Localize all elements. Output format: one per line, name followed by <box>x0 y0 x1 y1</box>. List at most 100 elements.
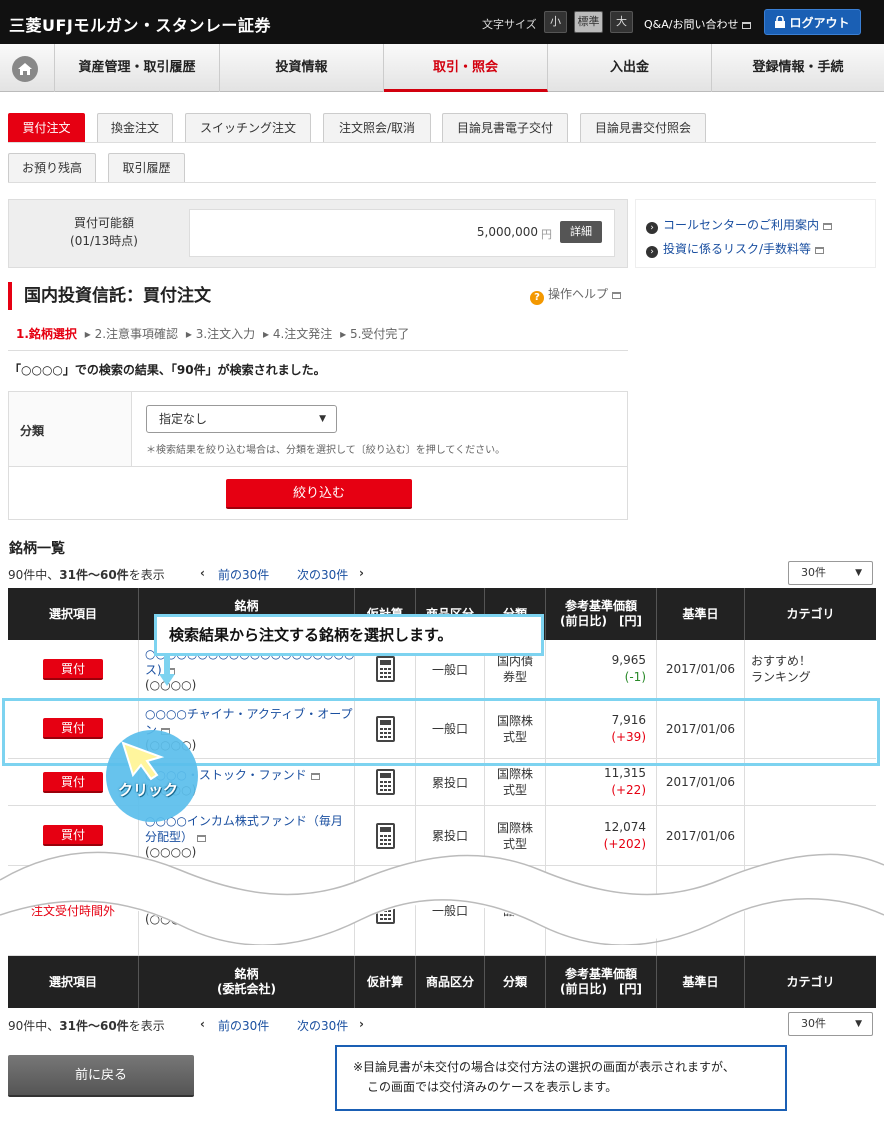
lock-icon <box>775 15 786 28</box>
nav-deposit-withdrawal[interactable]: 入出金 <box>548 44 712 92</box>
per-page-select[interactable]: 30件 ▼ <box>788 1012 873 1036</box>
base-price: 11,315 <box>604 766 646 780</box>
col-category: カテゴリ <box>786 606 835 621</box>
fund-class: 国内債 券型 <box>496 654 533 684</box>
base-price: 12,074 <box>604 819 646 834</box>
arrow-down-icon <box>159 656 175 686</box>
buy-button[interactable]: 買付 <box>43 658 103 680</box>
pager-info: 90件中、31件〜60件を表示 <box>8 1019 165 1033</box>
col-select: 選択項目 <box>8 956 139 1008</box>
wave-cut-decoration <box>0 851 884 945</box>
tab-prospectus-e-delivery[interactable]: 目論見書電子交付 <box>442 113 568 142</box>
category-select[interactable]: 指定なし ▼ <box>146 405 337 433</box>
step-indicator: 1.銘柄選択 ▸ 2.注意事項確認 ▸ 3.注文入力 ▸ 4.注文発注 ▸ 5.… <box>16 325 413 342</box>
home-icon <box>18 63 32 75</box>
buy-button[interactable]: 買付 <box>43 771 103 793</box>
search-result-message: 「○○○○」での検索の結果、「90件」が検索されました。 <box>9 363 326 377</box>
new-window-icon <box>823 223 833 230</box>
calculator-icon[interactable] <box>375 656 395 682</box>
available-amount-value: 5,000,000 <box>476 225 538 239</box>
new-window-icon <box>815 247 825 254</box>
new-window-icon <box>612 292 622 299</box>
call-center-link[interactable]: › コールセンターのご利用案内 <box>646 216 833 234</box>
back-button[interactable]: 前に戻る <box>8 1055 194 1097</box>
col-category: カテゴリ <box>786 974 835 989</box>
tab-trade-history[interactable]: 取引履歴 <box>108 153 185 182</box>
company-logo[interactable]: 三菱UFJモルガン・スタンレー証券 <box>9 12 271 36</box>
tab-prospectus-inquiry[interactable]: 目論見書交付照会 <box>580 113 706 142</box>
col-class: 分類 <box>485 956 546 1008</box>
price-cell: 9,965 (-1) <box>546 640 657 698</box>
annotation-callout: 検索結果から注文する銘柄を選択します。 <box>154 614 544 656</box>
prev-arrow-icon[interactable]: ‹ <box>200 1017 205 1031</box>
base-date: 2017/01/06 <box>665 662 736 676</box>
arrow-right-icon: › <box>646 246 658 258</box>
filter-label: 分類 <box>20 424 45 438</box>
prev-arrow-icon[interactable]: ‹ <box>200 566 205 580</box>
site-header: 三菱UFJモルガン・スタンレー証券 文字サイズ 小 標準 大 Q&A/お問い合わ… <box>0 0 884 44</box>
yen-unit: 円 <box>541 228 552 241</box>
price-change: (+22) <box>611 783 646 797</box>
step-4: ▸ 4.注文発注 <box>263 327 333 341</box>
pager-info: 90件中、31件〜60件を表示 <box>8 568 165 582</box>
tab-switching-order[interactable]: スイッチング注文 <box>185 113 311 142</box>
nav-registration[interactable]: 登録情報・手続 <box>712 44 884 92</box>
operation-help-link[interactable]: ? 操作ヘルプ <box>530 285 622 305</box>
tab-buy-order[interactable]: 買付注文 <box>8 113 85 142</box>
side-links-panel: › コールセンターのご利用案内 › 投資に係るリスク/手数料等 <box>635 199 876 268</box>
font-size-large-button[interactable]: 大 <box>610 11 633 33</box>
step-2: ▸ 2.注意事項確認 <box>84 327 179 341</box>
table-footer-header: 選択項目 銘柄 (委託会社) 仮計算 商品区分 分類 参考基準価額 (前日比) … <box>8 956 876 1008</box>
click-label: クリック <box>118 781 179 799</box>
detail-button[interactable]: 詳細 <box>560 221 602 243</box>
nav-investment-info[interactable]: 投資情報 <box>220 44 384 92</box>
main-navigation: 資産管理・取引履歴 投資情報 取引・照会 入出金 登録情報・手続 <box>0 44 884 92</box>
fund-class: 国際株 式型 <box>496 767 533 797</box>
select-cell: 買付 <box>8 640 139 698</box>
tab-order-inquiry[interactable]: 注文照会/取消 <box>323 113 431 142</box>
category-cell: おすすめ！ ランキング <box>745 640 876 698</box>
font-size-small-button[interactable]: 小 <box>544 11 567 33</box>
col-calc: 仮計算 <box>355 956 416 1008</box>
new-window-icon <box>742 22 752 29</box>
filter-note: ＊検索結果を絞り込む場合は、分類を選択して〔絞り込む〕を押してください。 <box>146 445 506 456</box>
available-amount-label: 買付可能額 (01/13時点) <box>70 216 138 248</box>
fund-category: おすすめ！ ランキング <box>751 654 812 684</box>
risk-fee-link[interactable]: › 投資に係るリスク/手数料等 <box>646 240 825 258</box>
font-size-label: 文字サイズ <box>482 18 537 31</box>
next-arrow-icon[interactable]: › <box>359 1017 364 1031</box>
col-product-type: 商品区分 <box>416 956 485 1008</box>
next-page-link[interactable]: 次の30件 <box>297 566 348 583</box>
prev-page-link[interactable]: 前の30件 <box>218 1017 269 1034</box>
col-fund: 銘柄 (委託会社) <box>139 956 355 1008</box>
prev-page-link[interactable]: 前の30件 <box>218 566 269 583</box>
step-1: 1.銘柄選択 <box>16 327 77 341</box>
next-page-link[interactable]: 次の30件 <box>297 1017 348 1034</box>
tab-redeem-order[interactable]: 換金注文 <box>97 113 173 142</box>
price-change: (-1) <box>624 670 646 684</box>
product-type: 一般口 <box>431 662 468 677</box>
col-select: 選択項目 <box>8 588 139 640</box>
available-amount-panel: 買付可能額 (01/13時点) 5,000,000 円 詳細 <box>8 199 628 268</box>
base-price: 9,965 <box>611 653 646 667</box>
product-type: 累投口 <box>431 775 468 790</box>
qa-contact-link[interactable]: Q&A/お問い合わせ <box>644 16 752 32</box>
next-arrow-icon[interactable]: › <box>359 566 364 580</box>
base-date: 2017/01/06 <box>665 775 736 789</box>
calculator-icon[interactable] <box>375 769 395 795</box>
home-button[interactable] <box>0 44 55 92</box>
nav-asset-management[interactable]: 資産管理・取引履歴 <box>55 44 220 92</box>
nav-trade-inquiry[interactable]: 取引・照会 <box>384 44 548 92</box>
col-date: 基準日 <box>657 956 745 1008</box>
logout-button[interactable]: ログアウト <box>764 9 861 35</box>
step-5: ▸ 5.受付完了 <box>340 327 410 341</box>
help-icon: ? <box>530 291 544 305</box>
font-size-standard-button[interactable]: 標準 <box>574 11 603 33</box>
arrow-right-icon: › <box>646 222 658 234</box>
filter-button[interactable]: 絞り込む <box>226 479 412 509</box>
per-page-select[interactable]: 30件 ▼ <box>788 561 873 585</box>
col-date: 基準日 <box>657 588 745 640</box>
cursor-arrow-icon <box>121 741 165 781</box>
tab-holdings[interactable]: お預り残高 <box>8 153 96 182</box>
fund-list-title: 銘柄一覧 <box>9 541 65 557</box>
